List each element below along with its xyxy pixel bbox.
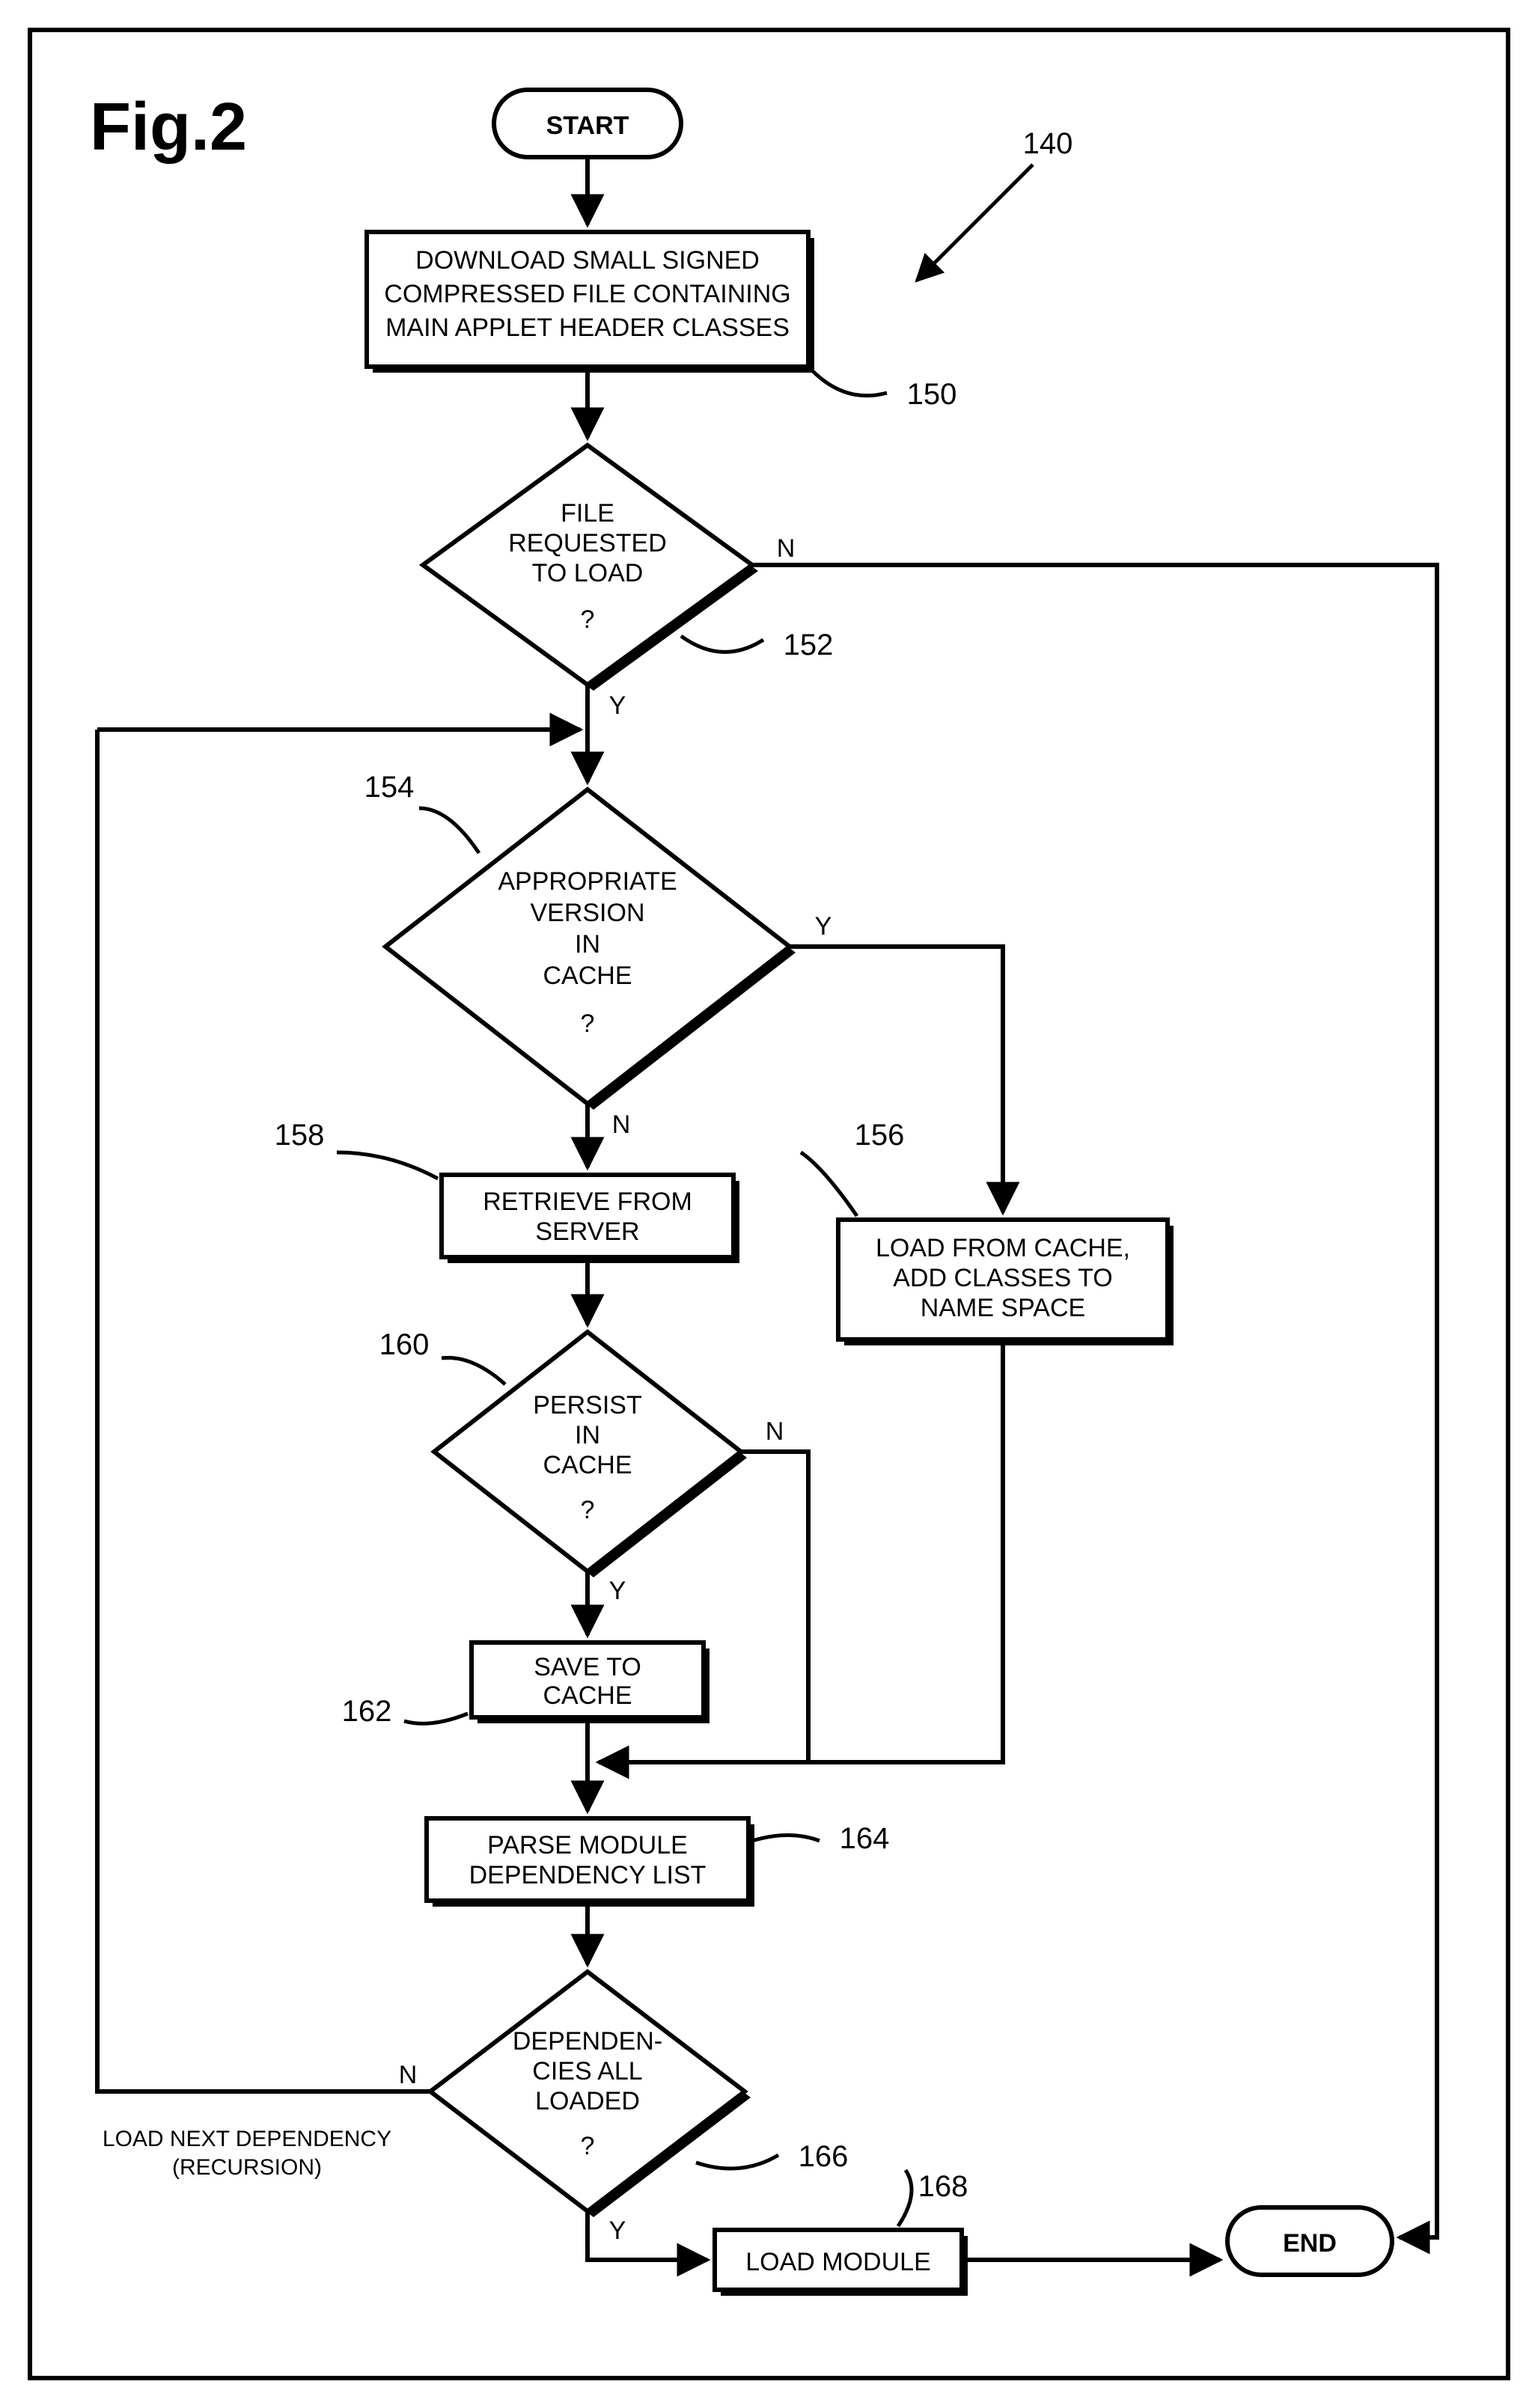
svg-text:164: 164 xyxy=(840,1822,890,1855)
svg-text:140: 140 xyxy=(1023,127,1073,160)
edge-n-2: N xyxy=(612,1110,631,1139)
svg-text:COMPRESSED FILE CONTAINING: COMPRESSED FILE CONTAINING xyxy=(384,280,790,308)
start-terminal: START xyxy=(494,90,681,157)
edge-y-3: Y xyxy=(609,1577,626,1605)
svg-text:160: 160 xyxy=(379,1328,430,1361)
edge-y-1: Y xyxy=(609,691,626,720)
edge-n-4: N xyxy=(399,2061,418,2089)
svg-text:VERSION: VERSION xyxy=(530,899,644,927)
load-module-process: LOAD MODULE xyxy=(715,2230,968,2296)
ref-158: 158 xyxy=(275,1119,438,1179)
svg-text:150: 150 xyxy=(907,378,957,411)
svg-text:TO LOAD: TO LOAD xyxy=(532,559,644,587)
svg-text:LOAD MODULE: LOAD MODULE xyxy=(745,2248,931,2276)
svg-text:MAIN APPLET HEADER CLASSES: MAIN APPLET HEADER CLASSES xyxy=(385,314,790,342)
svg-text:SAVE TO: SAVE TO xyxy=(534,1653,641,1681)
recursion-label-1: LOAD NEXT DEPENDENCY xyxy=(103,2127,391,2151)
svg-text:166: 166 xyxy=(799,2140,849,2173)
svg-text:SERVER: SERVER xyxy=(535,1217,639,1246)
svg-text:END: END xyxy=(1283,2229,1337,2258)
svg-text:IN: IN xyxy=(575,1421,600,1449)
svg-text:ADD CLASSES TO: ADD CLASSES TO xyxy=(893,1264,1113,1292)
svg-text:158: 158 xyxy=(275,1119,325,1152)
deps-decision: DEPENDEN- CIES ALL LOADED ? xyxy=(430,1972,751,2217)
parse-process: PARSE MODULE DEPENDENCY LIST xyxy=(427,1818,754,1907)
svg-text:IN: IN xyxy=(575,930,600,959)
ref-166: 166 xyxy=(696,2140,848,2173)
ref-154: 154 xyxy=(364,771,479,853)
svg-text:CACHE: CACHE xyxy=(543,962,632,990)
edge-y-4: Y xyxy=(609,2216,626,2245)
svg-text:PERSIST: PERSIST xyxy=(533,1391,641,1420)
ref-140: 140 xyxy=(917,127,1072,281)
svg-text:DEPENDENCY LIST: DEPENDENCY LIST xyxy=(469,1861,707,1889)
load-from-cache-process: LOAD FROM CACHE, ADD CLASSES TO NAME SPA… xyxy=(838,1220,1174,1345)
svg-text:PARSE MODULE: PARSE MODULE xyxy=(487,1831,688,1860)
recursion-label-2: (RECURSION) xyxy=(172,2155,322,2180)
svg-text:?: ? xyxy=(581,1496,595,1524)
version-decision: APPROPRIATE VERSION IN CACHE ? xyxy=(385,789,796,1110)
svg-text:CACHE: CACHE xyxy=(543,1451,632,1479)
svg-text:156: 156 xyxy=(855,1119,905,1152)
svg-text:START: START xyxy=(546,111,629,140)
ref-162: 162 xyxy=(342,1695,468,1728)
ref-156: 156 xyxy=(801,1119,904,1216)
svg-text:154: 154 xyxy=(364,771,415,804)
save-process: SAVE TO CACHE xyxy=(472,1642,710,1723)
svg-text:CIES ALL: CIES ALL xyxy=(532,2057,642,2085)
svg-text:FILE: FILE xyxy=(561,499,614,528)
ref-164: 164 xyxy=(752,1822,889,1855)
svg-text:RETRIEVE FROM: RETRIEVE FROM xyxy=(483,1188,692,1216)
svg-text:168: 168 xyxy=(918,2170,968,2203)
ref-160: 160 xyxy=(379,1328,505,1384)
svg-text:NAME SPACE: NAME SPACE xyxy=(921,1294,1085,1322)
svg-text:152: 152 xyxy=(784,629,834,661)
svg-text:?: ? xyxy=(581,2132,595,2160)
svg-text:DEPENDEN-: DEPENDEN- xyxy=(513,2027,662,2056)
edge-y-2: Y xyxy=(815,912,832,941)
svg-text:CACHE: CACHE xyxy=(543,1681,632,1710)
svg-text:LOAD FROM CACHE,: LOAD FROM CACHE, xyxy=(876,1234,1130,1262)
retrieve-process: RETRIEVE FROM SERVER xyxy=(442,1175,739,1263)
svg-text:LOADED: LOADED xyxy=(535,2087,640,2115)
ref-152: 152 xyxy=(681,629,833,661)
end-terminal: END xyxy=(1227,2207,1392,2275)
svg-text:?: ? xyxy=(581,605,595,634)
download-process: DOWNLOAD SMALL SIGNED COMPRESSED FILE CO… xyxy=(367,232,814,373)
edge-n-3: N xyxy=(766,1417,784,1446)
edge-n-1: N xyxy=(777,534,796,563)
ref-150: 150 xyxy=(812,370,956,411)
figure-label: Fig.2 xyxy=(90,90,247,165)
svg-text:APPROPRIATE: APPROPRIATE xyxy=(498,867,677,896)
svg-text:DOWNLOAD SMALL SIGNED: DOWNLOAD SMALL SIGNED xyxy=(415,246,760,275)
svg-text:162: 162 xyxy=(342,1695,392,1728)
svg-text:REQUESTED: REQUESTED xyxy=(508,529,667,557)
file-requested-decision: FILE REQUESTED TO LOAD ? xyxy=(423,445,758,691)
svg-text:?: ? xyxy=(581,1009,595,1038)
ref-168: 168 xyxy=(898,2170,968,2226)
